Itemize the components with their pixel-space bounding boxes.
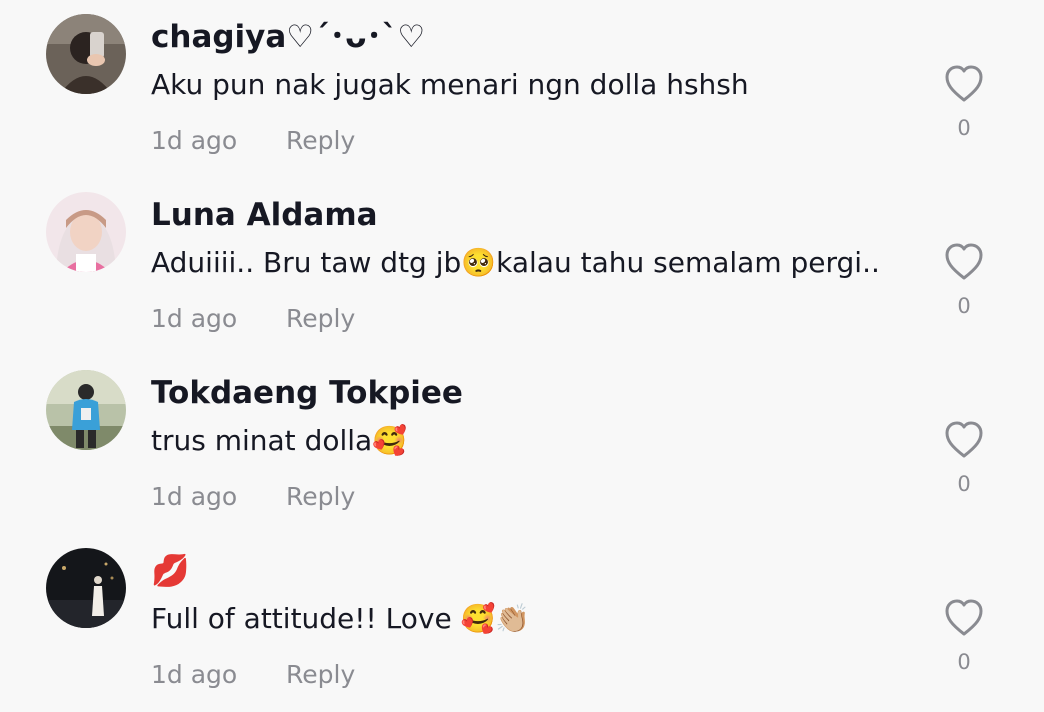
username[interactable]: 💋: [151, 548, 190, 594]
reply-button[interactable]: Reply: [286, 302, 355, 336]
username[interactable]: Tokdaeng Tokpiee: [151, 370, 463, 416]
heart-outline-icon: [945, 599, 983, 636]
reply-button[interactable]: Reply: [286, 480, 355, 514]
comment-text: trus minat dolla🥰: [151, 424, 408, 457]
like-count: 0: [957, 650, 971, 674]
heart-outline-icon: [945, 421, 983, 458]
like-button[interactable]: [939, 414, 989, 464]
avatar[interactable]: [46, 192, 126, 272]
comment-item: Luna Aldama Aduiiii.. Bru taw dtg jb🥺kal…: [0, 178, 1044, 356]
avatar[interactable]: [46, 548, 126, 628]
like-count: 0: [957, 472, 971, 496]
reply-button[interactable]: Reply: [286, 658, 355, 692]
like-button[interactable]: [939, 592, 989, 642]
avatar[interactable]: [46, 14, 126, 94]
like-count: 0: [957, 294, 971, 318]
heart-outline-icon: [945, 65, 983, 102]
timestamp: 1d ago: [151, 660, 238, 689]
comment-text: Aduiiii.. Bru taw dtg jb🥺kalau tahu sema…: [151, 246, 880, 279]
heart-outline-icon: [945, 243, 983, 280]
like-button[interactable]: [939, 236, 989, 286]
comment-text: Full of attitude!! Love 🥰👏🏼: [151, 602, 531, 635]
avatar[interactable]: [46, 370, 126, 450]
timestamp: 1d ago: [151, 482, 238, 511]
like-button[interactable]: [939, 58, 989, 108]
comment-item: Tokdaeng Tokpiee trus minat dolla🥰 1d ag…: [0, 356, 1044, 534]
reply-button[interactable]: Reply: [286, 124, 355, 158]
comment-item: chagiya♡´･ᴗ･`♡ Aku pun nak jugak menari …: [0, 0, 1044, 178]
comment-item: 💋 Full of attitude!! Love 🥰👏🏼 1d ago Rep…: [0, 534, 1044, 712]
comment-text: Aku pun nak jugak menari ngn dolla hshsh: [151, 68, 749, 101]
timestamp: 1d ago: [151, 304, 238, 333]
username[interactable]: chagiya♡´･ᴗ･`♡: [151, 14, 425, 60]
username[interactable]: Luna Aldama: [151, 192, 378, 238]
timestamp: 1d ago: [151, 126, 238, 155]
like-count: 0: [957, 116, 971, 140]
